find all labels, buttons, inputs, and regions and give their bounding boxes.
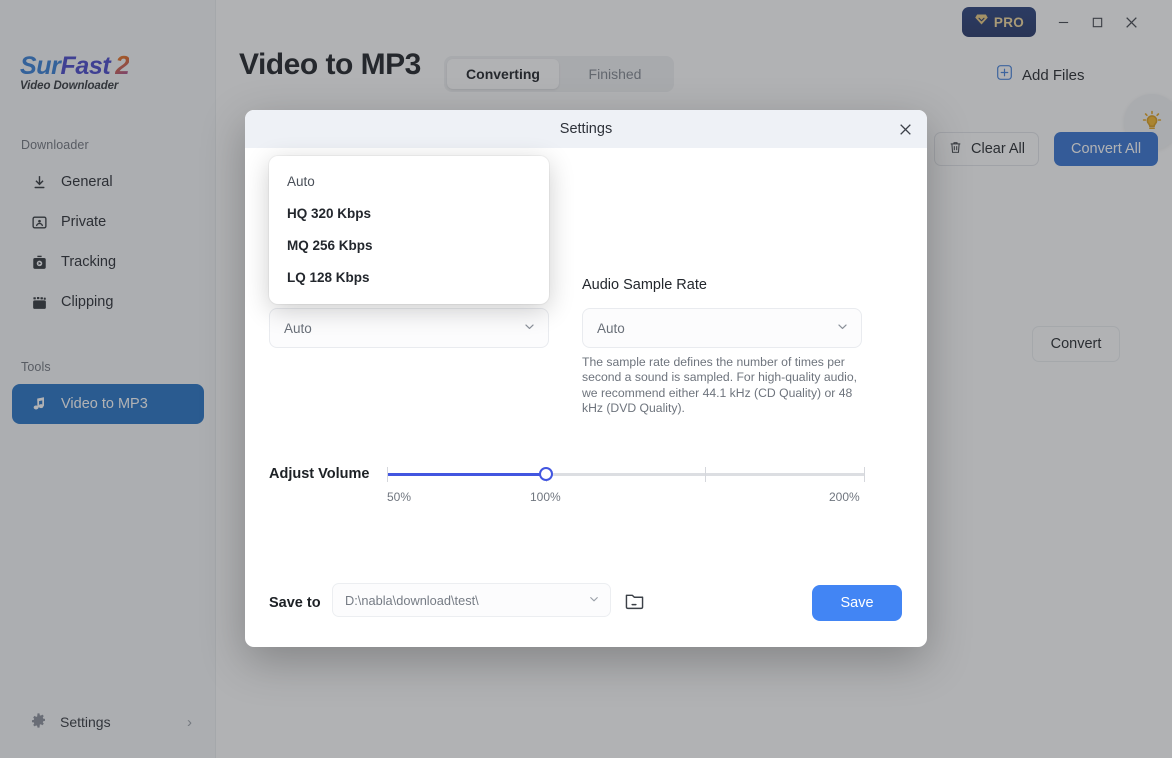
volume-slider[interactable]: 50% 100% 200% [387,463,865,507]
dropdown-option-auto[interactable]: Auto [269,165,549,197]
slider-tick [705,467,706,482]
save-to-label: Save to [269,595,321,611]
audio-sample-rate-value: Auto [597,320,625,336]
audio-sample-rate-label: Audio Sample Rate [582,277,707,293]
chevron-down-icon [836,320,849,336]
audio-sample-rate-select[interactable]: Auto [582,308,862,348]
save-button[interactable]: Save [812,585,902,621]
dropdown-option-mq256[interactable]: MQ 256 Kbps [269,229,549,261]
slider-tick [387,467,388,482]
audio-sample-rate-help-text: The sample rate defines the number of ti… [582,355,858,416]
slider-thumb[interactable] [539,467,553,481]
settings-dialog: Settings Audio Quality Auto Audio Sample… [245,110,927,647]
dialog-title: Settings [559,121,613,137]
slider-scale-max: 200% [829,490,860,504]
save-path-value: D:\nabla\download\test\ [345,592,479,608]
slider-tick [864,467,865,482]
dialog-header: Settings [245,110,927,148]
slider-scale-mid: 100% [530,490,561,504]
save-path-select[interactable]: D:\nabla\download\test\ [332,583,611,617]
dropdown-option-hq320[interactable]: HQ 320 Kbps [269,197,549,229]
application-window: SurFast 2 Video Downloader Downloader Gen… [0,0,1172,758]
folder-browse-icon[interactable] [618,584,650,616]
adjust-volume-label: Adjust Volume [269,466,370,482]
slider-scale-min: 50% [387,490,412,504]
chevron-down-icon [523,320,536,336]
chevron-down-icon [588,593,600,608]
slider-fill [387,473,546,476]
dropdown-option-lq128[interactable]: LQ 128 Kbps [269,261,549,293]
audio-quality-value: Auto [284,320,312,336]
audio-quality-select[interactable]: Auto [269,308,549,348]
audio-quality-dropdown: Auto HQ 320 Kbps MQ 256 Kbps LQ 128 Kbps [269,156,549,304]
close-icon[interactable] [893,117,917,141]
